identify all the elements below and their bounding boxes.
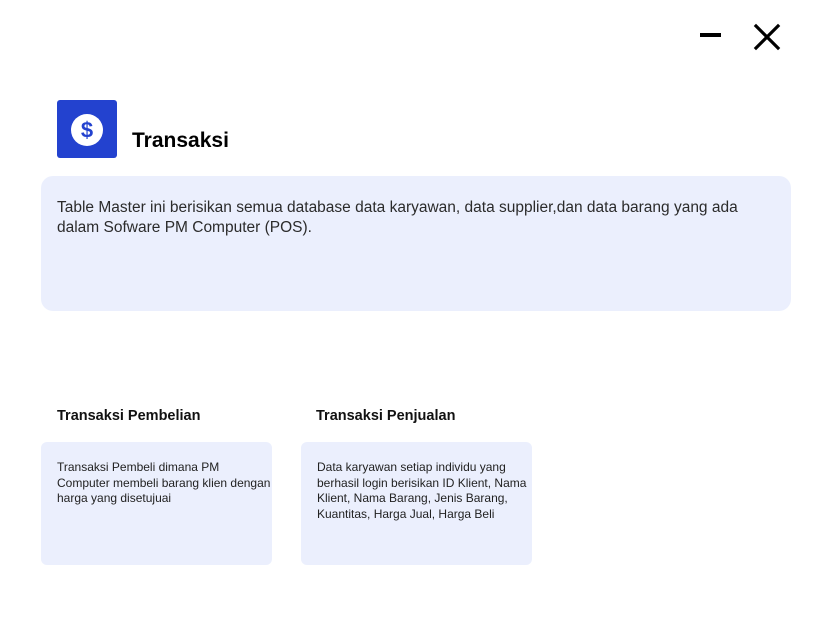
card-transaksi-pembelian[interactable]: Transaksi Pembeli dimana PM Computer mem… xyxy=(41,442,272,565)
description-panel: Table Master ini berisikan semua databas… xyxy=(41,176,791,311)
close-icon xyxy=(753,23,781,51)
svg-text:$: $ xyxy=(81,118,93,143)
description-text: Table Master ini berisikan semua databas… xyxy=(57,199,738,236)
card-description: Transaksi Pembeli dimana PM Computer mem… xyxy=(57,460,271,505)
minimize-button[interactable] xyxy=(696,22,728,50)
transaksi-app-icon: $ xyxy=(57,100,117,158)
transaksi-window: $ Transaksi Table Master ini berisikan s… xyxy=(0,0,817,643)
minus-icon xyxy=(700,33,721,37)
page-title: Transaksi xyxy=(132,129,229,152)
card-transaksi-penjualan[interactable]: Data karyawan setiap individu yang berha… xyxy=(301,442,532,565)
close-button[interactable] xyxy=(750,20,784,54)
section-title-pembelian: Transaksi Pembelian xyxy=(57,408,201,424)
dollar-circle-icon: $ xyxy=(71,114,103,146)
section-title-penjualan: Transaksi Penjualan xyxy=(316,408,456,424)
card-description: Data karyawan setiap individu yang berha… xyxy=(317,460,527,521)
